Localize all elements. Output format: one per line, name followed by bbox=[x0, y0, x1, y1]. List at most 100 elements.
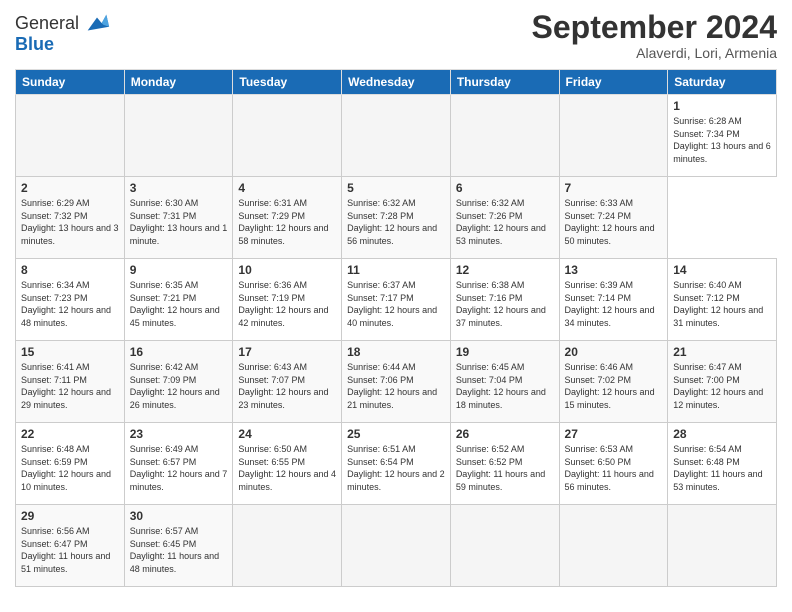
day-number: 1 bbox=[673, 99, 771, 113]
day-info: Sunrise: 6:38 AM Sunset: 7:16 PM Dayligh… bbox=[456, 279, 554, 329]
calendar-cell: 20 Sunrise: 6:46 AM Sunset: 7:02 PM Dayl… bbox=[559, 341, 668, 423]
day-number: 23 bbox=[130, 427, 228, 441]
calendar-cell: 9 Sunrise: 6:35 AM Sunset: 7:21 PM Dayli… bbox=[124, 259, 233, 341]
location-subtitle: Alaverdi, Lori, Armenia bbox=[532, 45, 777, 61]
day-info: Sunrise: 6:45 AM Sunset: 7:04 PM Dayligh… bbox=[456, 361, 554, 411]
calendar-cell: 19 Sunrise: 6:45 AM Sunset: 7:04 PM Dayl… bbox=[450, 341, 559, 423]
day-info: Sunrise: 6:36 AM Sunset: 7:19 PM Dayligh… bbox=[238, 279, 336, 329]
calendar-cell: 1 Sunrise: 6:28 AM Sunset: 7:34 PM Dayli… bbox=[668, 95, 777, 177]
day-number: 25 bbox=[347, 427, 445, 441]
calendar-cell: 27 Sunrise: 6:53 AM Sunset: 6:50 PM Dayl… bbox=[559, 423, 668, 505]
day-info: Sunrise: 6:30 AM Sunset: 7:31 PM Dayligh… bbox=[130, 197, 228, 247]
day-info: Sunrise: 6:57 AM Sunset: 6:45 PM Dayligh… bbox=[130, 525, 228, 575]
day-info: Sunrise: 6:47 AM Sunset: 7:00 PM Dayligh… bbox=[673, 361, 771, 411]
day-info: Sunrise: 6:49 AM Sunset: 6:57 PM Dayligh… bbox=[130, 443, 228, 493]
day-number: 22 bbox=[21, 427, 119, 441]
day-info: Sunrise: 6:40 AM Sunset: 7:12 PM Dayligh… bbox=[673, 279, 771, 329]
day-number: 27 bbox=[565, 427, 663, 441]
calendar-day-header: Tuesday bbox=[233, 70, 342, 95]
calendar-cell: 18 Sunrise: 6:44 AM Sunset: 7:06 PM Dayl… bbox=[342, 341, 451, 423]
day-info: Sunrise: 6:39 AM Sunset: 7:14 PM Dayligh… bbox=[565, 279, 663, 329]
calendar-cell: 3 Sunrise: 6:30 AM Sunset: 7:31 PM Dayli… bbox=[124, 177, 233, 259]
logo: General Blue bbox=[15, 10, 111, 56]
calendar-cell: 24 Sunrise: 6:50 AM Sunset: 6:55 PM Dayl… bbox=[233, 423, 342, 505]
day-number: 13 bbox=[565, 263, 663, 277]
day-number: 14 bbox=[673, 263, 771, 277]
calendar-cell bbox=[233, 95, 342, 177]
day-number: 6 bbox=[456, 181, 554, 195]
calendar-cell: 6 Sunrise: 6:32 AM Sunset: 7:26 PM Dayli… bbox=[450, 177, 559, 259]
calendar-day-header: Thursday bbox=[450, 70, 559, 95]
calendar-cell: 10 Sunrise: 6:36 AM Sunset: 7:19 PM Dayl… bbox=[233, 259, 342, 341]
calendar-cell bbox=[233, 505, 342, 587]
calendar-cell bbox=[559, 95, 668, 177]
day-number: 3 bbox=[130, 181, 228, 195]
day-info: Sunrise: 6:52 AM Sunset: 6:52 PM Dayligh… bbox=[456, 443, 554, 493]
calendar-cell: 30 Sunrise: 6:57 AM Sunset: 6:45 PM Dayl… bbox=[124, 505, 233, 587]
day-info: Sunrise: 6:32 AM Sunset: 7:28 PM Dayligh… bbox=[347, 197, 445, 247]
day-info: Sunrise: 6:44 AM Sunset: 7:06 PM Dayligh… bbox=[347, 361, 445, 411]
calendar-week-row: 8 Sunrise: 6:34 AM Sunset: 7:23 PM Dayli… bbox=[16, 259, 777, 341]
calendar-cell: 5 Sunrise: 6:32 AM Sunset: 7:28 PM Dayli… bbox=[342, 177, 451, 259]
day-info: Sunrise: 6:32 AM Sunset: 7:26 PM Dayligh… bbox=[456, 197, 554, 247]
calendar-week-row: 15 Sunrise: 6:41 AM Sunset: 7:11 PM Dayl… bbox=[16, 341, 777, 423]
calendar-cell: 4 Sunrise: 6:31 AM Sunset: 7:29 PM Dayli… bbox=[233, 177, 342, 259]
day-number: 29 bbox=[21, 509, 119, 523]
calendar-cell bbox=[668, 505, 777, 587]
day-info: Sunrise: 6:33 AM Sunset: 7:24 PM Dayligh… bbox=[565, 197, 663, 247]
day-number: 24 bbox=[238, 427, 336, 441]
day-number: 20 bbox=[565, 345, 663, 359]
calendar-cell bbox=[342, 505, 451, 587]
day-number: 19 bbox=[456, 345, 554, 359]
day-info: Sunrise: 6:43 AM Sunset: 7:07 PM Dayligh… bbox=[238, 361, 336, 411]
title-section: September 2024 Alaverdi, Lori, Armenia bbox=[532, 10, 777, 61]
calendar-cell bbox=[450, 95, 559, 177]
day-info: Sunrise: 6:35 AM Sunset: 7:21 PM Dayligh… bbox=[130, 279, 228, 329]
day-number: 2 bbox=[21, 181, 119, 195]
calendar-week-row: 2 Sunrise: 6:29 AM Sunset: 7:32 PM Dayli… bbox=[16, 177, 777, 259]
calendar-day-header: Friday bbox=[559, 70, 668, 95]
logo-general-text: General bbox=[15, 13, 79, 35]
calendar-day-header: Monday bbox=[124, 70, 233, 95]
day-info: Sunrise: 6:34 AM Sunset: 7:23 PM Dayligh… bbox=[21, 279, 119, 329]
day-number: 18 bbox=[347, 345, 445, 359]
calendar-cell: 13 Sunrise: 6:39 AM Sunset: 7:14 PM Dayl… bbox=[559, 259, 668, 341]
calendar-cell bbox=[450, 505, 559, 587]
calendar-cell: 8 Sunrise: 6:34 AM Sunset: 7:23 PM Dayli… bbox=[16, 259, 125, 341]
day-number: 12 bbox=[456, 263, 554, 277]
day-number: 9 bbox=[130, 263, 228, 277]
calendar-cell: 15 Sunrise: 6:41 AM Sunset: 7:11 PM Dayl… bbox=[16, 341, 125, 423]
day-number: 15 bbox=[21, 345, 119, 359]
calendar-week-row: 22 Sunrise: 6:48 AM Sunset: 6:59 PM Dayl… bbox=[16, 423, 777, 505]
day-number: 5 bbox=[347, 181, 445, 195]
day-number: 16 bbox=[130, 345, 228, 359]
calendar-week-row: 29 Sunrise: 6:56 AM Sunset: 6:47 PM Dayl… bbox=[16, 505, 777, 587]
calendar-cell: 25 Sunrise: 6:51 AM Sunset: 6:54 PM Dayl… bbox=[342, 423, 451, 505]
day-number: 10 bbox=[238, 263, 336, 277]
calendar-cell bbox=[124, 95, 233, 177]
day-info: Sunrise: 6:28 AM Sunset: 7:34 PM Dayligh… bbox=[673, 115, 771, 165]
calendar-cell: 26 Sunrise: 6:52 AM Sunset: 6:52 PM Dayl… bbox=[450, 423, 559, 505]
day-info: Sunrise: 6:46 AM Sunset: 7:02 PM Dayligh… bbox=[565, 361, 663, 411]
calendar-table: SundayMondayTuesdayWednesdayThursdayFrid… bbox=[15, 69, 777, 587]
day-number: 4 bbox=[238, 181, 336, 195]
calendar-week-row: 1 Sunrise: 6:28 AM Sunset: 7:34 PM Dayli… bbox=[16, 95, 777, 177]
day-info: Sunrise: 6:42 AM Sunset: 7:09 PM Dayligh… bbox=[130, 361, 228, 411]
calendar-day-header: Wednesday bbox=[342, 70, 451, 95]
calendar-header-row: SundayMondayTuesdayWednesdayThursdayFrid… bbox=[16, 70, 777, 95]
day-info: Sunrise: 6:53 AM Sunset: 6:50 PM Dayligh… bbox=[565, 443, 663, 493]
calendar-cell: 7 Sunrise: 6:33 AM Sunset: 7:24 PM Dayli… bbox=[559, 177, 668, 259]
calendar-cell bbox=[559, 505, 668, 587]
day-number: 28 bbox=[673, 427, 771, 441]
calendar-day-header: Saturday bbox=[668, 70, 777, 95]
calendar-cell: 12 Sunrise: 6:38 AM Sunset: 7:16 PM Dayl… bbox=[450, 259, 559, 341]
calendar-cell: 23 Sunrise: 6:49 AM Sunset: 6:57 PM Dayl… bbox=[124, 423, 233, 505]
day-number: 26 bbox=[456, 427, 554, 441]
calendar-cell bbox=[342, 95, 451, 177]
day-number: 7 bbox=[565, 181, 663, 195]
day-number: 21 bbox=[673, 345, 771, 359]
day-info: Sunrise: 6:50 AM Sunset: 6:55 PM Dayligh… bbox=[238, 443, 336, 493]
day-info: Sunrise: 6:51 AM Sunset: 6:54 PM Dayligh… bbox=[347, 443, 445, 493]
day-number: 17 bbox=[238, 345, 336, 359]
day-number: 30 bbox=[130, 509, 228, 523]
